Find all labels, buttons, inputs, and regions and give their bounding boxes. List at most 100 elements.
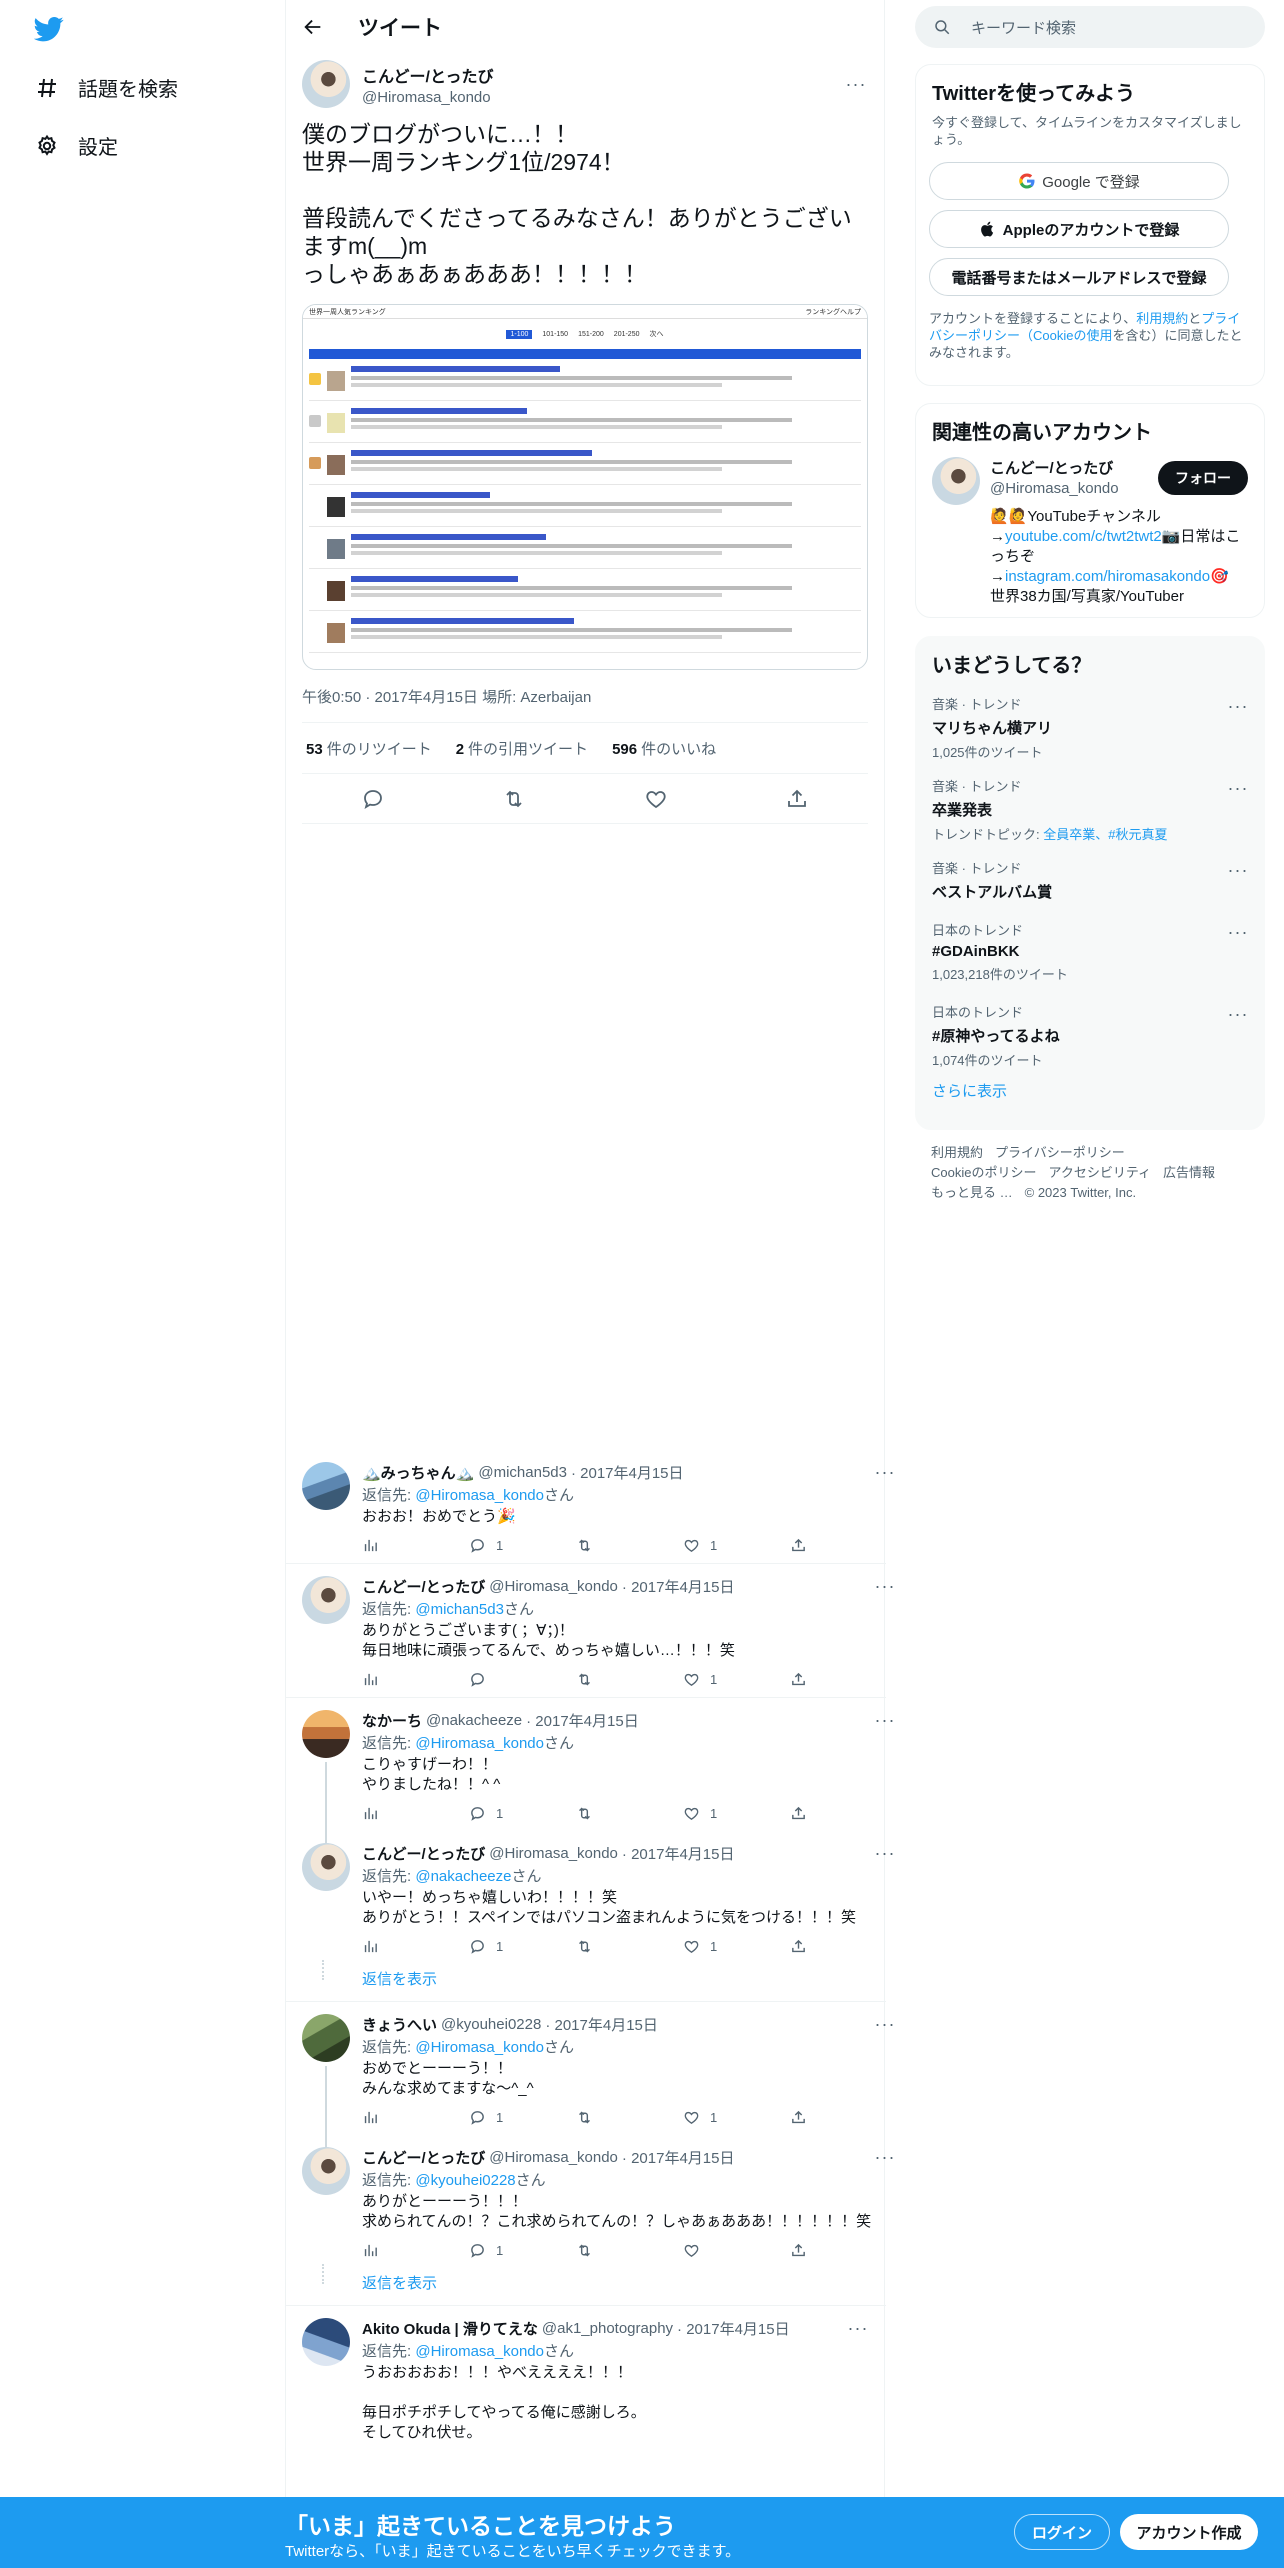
retweet-button[interactable]	[576, 1671, 683, 1688]
footer-terms-link[interactable]: 利用規約	[931, 1145, 983, 1160]
share-button[interactable]	[790, 1938, 897, 1955]
reply-button[interactable]	[469, 1671, 576, 1688]
reply-date[interactable]: · 2017年4月15日	[545, 2014, 658, 2035]
retweet-button[interactable]	[576, 1805, 683, 1822]
reply-date[interactable]: · 2017年4月15日	[622, 2147, 735, 2168]
more-options-icon[interactable]: ···	[1226, 860, 1250, 881]
reply-display-name[interactable]: こんどー/とったび	[362, 1843, 485, 1864]
trend-item[interactable]: 音楽 · トレンド 卒業発表 トレンドトピック: 全員卒業、#秋元真夏 ···	[916, 768, 1264, 850]
like-button[interactable]: 1	[683, 1537, 790, 1554]
reply-to-link[interactable]: @Hiromasa_kondo	[415, 1487, 544, 1504]
reply-button[interactable]: 1	[469, 1805, 576, 1822]
reply-date[interactable]: · 2017年4月15日	[622, 1843, 735, 1864]
search-input[interactable]: キーワード検索	[915, 6, 1265, 48]
like-button[interactable]: 1	[683, 1671, 790, 1688]
reply-to-link[interactable]: @nakacheeze	[415, 1868, 511, 1885]
like-button[interactable]: 1	[683, 1805, 790, 1822]
reply-to-link[interactable]: @Hiromasa_kondo	[415, 1735, 544, 1752]
views-button[interactable]	[362, 1938, 469, 1955]
more-options-icon[interactable]: ···	[873, 2014, 897, 2035]
related-display-name[interactable]: こんどー/とったび	[990, 457, 1158, 478]
avatar[interactable]	[302, 2318, 350, 2366]
reply-tweet[interactable]: こんどー/とったび @Hiromasa_kondo · 2017年4月15日 ··· …	[286, 2135, 894, 2268]
trend-item[interactable]: 音楽 · トレンド マリちゃん横アリ 1,025件のツイート ···	[916, 686, 1264, 768]
related-account[interactable]: こんどー/とったび @Hiromasa_kondo フォロー	[916, 445, 1264, 505]
share-button[interactable]	[790, 1805, 897, 1822]
reply-username[interactable]: @ak1_photography	[542, 2320, 673, 2337]
bio-link[interactable]: instagram.com/hiromasakondo	[1005, 568, 1210, 585]
like-icon[interactable]	[644, 787, 668, 811]
reply-username[interactable]: @nakacheeze	[426, 1712, 522, 1729]
reply-to-link[interactable]: @Hiromasa_kondo	[415, 2039, 544, 2056]
trend-topics-link[interactable]: 全員卒業、#秋元真夏	[1043, 827, 1167, 842]
reply-button[interactable]: 1	[469, 2242, 576, 2259]
more-options-icon[interactable]: ···	[873, 1576, 897, 1597]
more-options-icon[interactable]: ···	[846, 2318, 870, 2339]
share-button[interactable]	[790, 2109, 897, 2126]
tweet-image[interactable]: 世界一周人気ランキング ランキングヘルプ 1-100 101-150 151-20…	[302, 304, 868, 670]
reply-to-link[interactable]: @Hiromasa_kondo	[415, 2343, 544, 2360]
nav-settings[interactable]: 設定	[34, 131, 118, 160]
retweet-button[interactable]	[576, 1537, 683, 1554]
show-replies-link[interactable]: 返信を表示	[286, 1960, 886, 2001]
avatar[interactable]	[302, 1576, 350, 1624]
reply-tweet[interactable]: こんどー/とったび @Hiromasa_kondo · 2017年4月15日 ··· …	[286, 1564, 894, 1697]
share-button[interactable]	[790, 1671, 897, 1688]
avatar[interactable]	[302, 1462, 350, 1510]
login-button[interactable]: ログイン	[1014, 2514, 1110, 2550]
reply-button[interactable]: 1	[469, 1938, 576, 1955]
nav-explore[interactable]: 話題を検索	[34, 73, 178, 102]
twitter-logo-icon[interactable]	[34, 14, 64, 44]
share-icon[interactable]	[785, 787, 809, 811]
views-button[interactable]	[362, 1537, 469, 1554]
reply-to-link[interactable]: @kyouhei0228	[415, 2172, 515, 2189]
more-options-icon[interactable]: ···	[873, 1710, 897, 1731]
reply-username[interactable]: @michan5d3	[478, 1464, 567, 1481]
retweet-icon[interactable]	[502, 787, 526, 811]
more-options-icon[interactable]: ···	[1226, 696, 1250, 717]
share-button[interactable]	[790, 1537, 897, 1554]
back-arrow-icon[interactable]	[302, 16, 324, 38]
bio-link[interactable]: youtube.com/c/twt2twt2	[1005, 528, 1162, 545]
views-button[interactable]	[362, 2109, 469, 2126]
reply-display-name[interactable]: 🏔️みっちゃん🏔️	[362, 1462, 474, 1483]
avatar[interactable]	[932, 457, 980, 505]
reply-tweet[interactable]: こんどー/とったび @Hiromasa_kondo · 2017年4月15日 ··· …	[286, 1831, 894, 1964]
reply-date[interactable]: · 2017年4月15日	[571, 1462, 684, 1483]
reply-button[interactable]: 1	[469, 1537, 576, 1554]
trend-item[interactable]: 日本のトレンド #GDAinBKK 1,023,218件のツイート ···	[916, 912, 1264, 994]
more-options-icon[interactable]: ···	[1226, 922, 1250, 943]
follow-button[interactable]: フォロー	[1158, 461, 1248, 495]
retweet-button[interactable]	[576, 1938, 683, 1955]
reply-tweet[interactable]: 🏔️みっちゃん🏔️ @michan5d3 · 2017年4月15日 ··· 返信先: …	[286, 1450, 894, 1563]
apple-signup-button[interactable]: Appleのアカウントで登録	[929, 210, 1229, 248]
terms-link[interactable]: 利用規約	[1136, 311, 1188, 326]
trend-item[interactable]: 日本のトレンド #原神やってるよね 1,074件のツイート ···	[916, 994, 1264, 1076]
trend-item[interactable]: 音楽 · トレンド ベストアルバム賞 ···	[916, 850, 1264, 912]
reply-date[interactable]: · 2017年4月15日	[526, 1710, 639, 1731]
retweet-button[interactable]	[576, 2109, 683, 2126]
reply-tweet[interactable]: なかーち @nakacheeze · 2017年4月15日 ··· 返信先: @Hir…	[286, 1698, 894, 1843]
share-button[interactable]	[790, 2242, 897, 2259]
reply-tweet[interactable]: Akito Okuda | 滑りてえな @ak1_photography · 201…	[286, 2306, 886, 2443]
views-button[interactable]	[362, 2242, 469, 2259]
avatar[interactable]	[302, 2147, 350, 2195]
reply-display-name[interactable]: こんどー/とったび	[362, 2147, 485, 2168]
reply-tweet[interactable]: きょうへい @kyouhei0228 · 2017年4月15日 ··· 返信先: @H…	[286, 2002, 894, 2147]
more-options-icon[interactable]: ···	[1226, 778, 1250, 799]
reply-display-name[interactable]: なかーち	[362, 1710, 422, 1731]
more-options-icon[interactable]: ···	[873, 1843, 897, 1864]
show-more-trends-link[interactable]: さらに表示	[916, 1076, 1264, 1119]
reply-to-link[interactable]: @michan5d3	[415, 1601, 504, 1618]
reply-username[interactable]: @kyouhei0228	[441, 2016, 541, 2033]
more-options-icon[interactable]: ···	[844, 74, 868, 95]
more-options-icon[interactable]: ···	[873, 1462, 897, 1483]
avatar[interactable]	[302, 1843, 350, 1891]
avatar[interactable]	[302, 1710, 350, 1758]
footer-cookie-link[interactable]: Cookieのポリシー	[931, 1165, 1036, 1180]
avatar[interactable]	[302, 2014, 350, 2062]
show-replies-link[interactable]: 返信を表示	[286, 2264, 886, 2305]
quotes-stat[interactable]: 2 件の引用ツイート	[452, 738, 588, 759]
more-options-icon[interactable]: ···	[873, 2147, 897, 2168]
google-signup-button[interactable]: Google で登録	[929, 162, 1229, 200]
